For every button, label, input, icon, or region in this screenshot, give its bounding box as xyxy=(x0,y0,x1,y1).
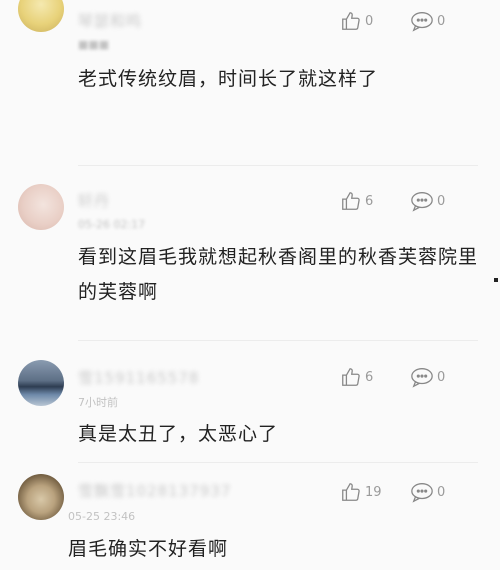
reply-count: 0 xyxy=(437,484,446,500)
comment-username[interactable]: 雪飘雪1028137937 xyxy=(78,480,231,501)
comment-bubble-icon xyxy=(411,483,433,503)
comment-text: 看到这眉毛我就想起秋香阁里的秋香芙蓉院里的芙蓉啊 xyxy=(78,246,479,303)
reply-button[interactable]: 0 xyxy=(410,366,445,388)
reply-button[interactable]: 0 xyxy=(410,481,445,503)
thumbs-up-icon xyxy=(342,12,360,30)
divider xyxy=(78,462,478,463)
like-count: 6 xyxy=(365,369,374,385)
comment-bubble-icon xyxy=(411,368,433,388)
avatar[interactable] xyxy=(18,184,64,230)
reply-count: 0 xyxy=(437,369,446,385)
comment-timestamp: 05-25 23:46 xyxy=(68,510,136,523)
comment-timestamp: ■■■ xyxy=(78,38,110,51)
like-count: 19 xyxy=(365,484,382,500)
comment-username[interactable]: 雪1591165578 xyxy=(78,367,199,388)
like-count: 0 xyxy=(365,13,374,29)
reply-count: 0 xyxy=(437,13,446,29)
avatar[interactable] xyxy=(18,360,64,406)
like-button[interactable]: 19 xyxy=(340,481,382,503)
comment-text: 老式传统纹眉，时间长了就这样了 xyxy=(78,68,379,90)
avatar[interactable] xyxy=(18,474,64,520)
like-button[interactable]: 6 xyxy=(340,190,373,212)
thumbs-up-icon xyxy=(342,368,360,386)
comment-bubble-icon xyxy=(411,192,433,212)
like-count: 6 xyxy=(365,193,374,209)
divider xyxy=(78,340,478,341)
reply-button[interactable]: 0 xyxy=(410,10,445,32)
divider xyxy=(78,165,478,166)
comment-bubble-icon xyxy=(411,12,433,32)
comment-username[interactable]: 轩丹 xyxy=(78,190,110,211)
like-button[interactable]: 6 xyxy=(340,366,373,388)
edge-mark xyxy=(494,278,498,282)
comment-timestamp: 7小时前 xyxy=(78,396,118,409)
thumbs-up-icon xyxy=(342,483,360,501)
comment-text: 真是太丑了，太恶心了 xyxy=(78,423,279,445)
comment-text: 眉毛确实不好看啊 xyxy=(68,538,229,560)
comment-timestamp: 05-26 02:17 xyxy=(78,218,146,231)
thumbs-up-icon xyxy=(342,192,360,210)
reply-button[interactable]: 0 xyxy=(410,190,445,212)
like-button[interactable]: 0 xyxy=(340,10,373,32)
avatar[interactable] xyxy=(18,0,64,32)
comment-username[interactable]: 琴瑟和鸣 xyxy=(78,10,142,31)
reply-count: 0 xyxy=(437,193,446,209)
